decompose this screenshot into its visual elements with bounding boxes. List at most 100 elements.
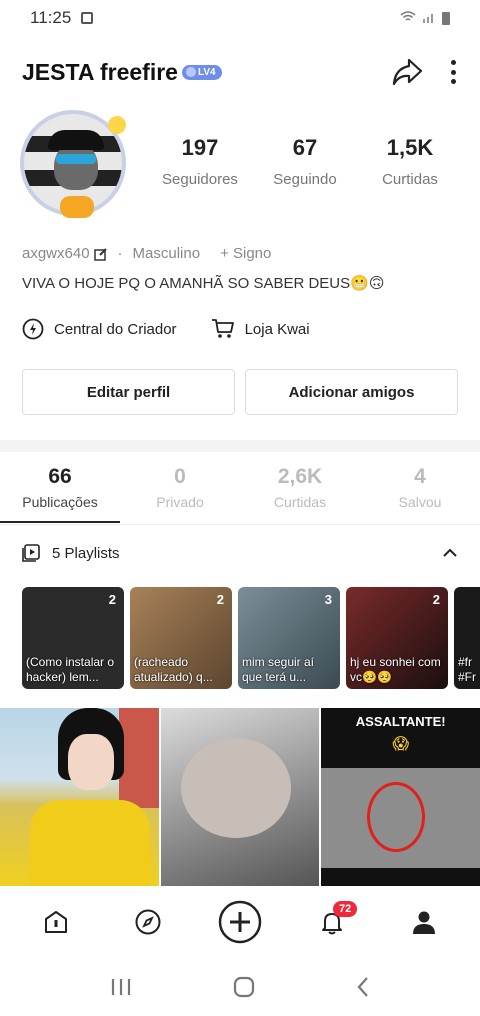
sun-decoration-icon <box>108 116 126 134</box>
tab-private[interactable]: 0 Privado <box>120 465 240 510</box>
video-title: ASSALTANTE! <box>355 714 446 729</box>
posts-label: Publicações <box>22 494 98 510</box>
share-icon <box>392 58 423 86</box>
playlist-count: 2 <box>108 592 116 607</box>
notification-badge: 72 <box>333 901 358 917</box>
profile-header: JESTA freefire LV4 <box>22 50 458 94</box>
profile-stats: 197 Seguidores 67 Seguindo 1,5K Curtidas <box>150 135 460 188</box>
video-thumbnail[interactable] <box>0 708 159 886</box>
kwai-shop-link[interactable]: Loja Kwai <box>211 318 310 340</box>
playlist-card[interactable]: 2 (Como instalar o hacker) lem... <box>22 587 124 689</box>
nav-discover[interactable] <box>123 897 173 947</box>
nav-notifications[interactable]: 72 <box>307 897 358 947</box>
back-icon[interactable] <box>356 976 370 998</box>
profile-handle: axgwx640 <box>22 245 90 262</box>
playlist-caption: (racheado atualizado) q... <box>134 655 213 684</box>
active-tab-indicator <box>0 521 120 523</box>
playlist-caption: hj eu sonhei com vc🥺🥺 <box>350 655 441 684</box>
saved-count: 4 <box>414 465 426 488</box>
creator-center-label: Central do Criador <box>54 320 177 338</box>
profile-username: JESTA freefire <box>22 58 178 85</box>
following-label: Seguindo <box>273 171 337 188</box>
compass-icon <box>135 909 161 935</box>
followers-stat[interactable]: 197 Seguidores <box>150 135 250 188</box>
likes-label: Curtidas <box>382 171 438 188</box>
playlists-header[interactable]: 5 Playlists <box>22 544 458 562</box>
playlist-card[interactable]: 2 hj eu sonhei com vc🥺🥺 <box>346 587 448 689</box>
share-button[interactable] <box>390 55 424 89</box>
creator-center-link[interactable]: Central do Criador <box>22 318 177 340</box>
playlist-card[interactable]: 2 (racheado atualizado) q... <box>130 587 232 689</box>
playlist-carousel: 2 (Como instalar o hacker) lem... 2 (rac… <box>22 587 480 689</box>
video-thumbnail[interactable]: ASSALTANTE! 😱 <box>321 708 480 886</box>
section-divider <box>0 440 480 452</box>
tab-saved[interactable]: 4 Salvou <box>360 465 480 510</box>
more-options-button[interactable] <box>448 55 458 89</box>
video-emoji: 😱 <box>392 736 410 753</box>
bottom-navigation: 72 <box>0 886 480 958</box>
kwai-shop-label: Loja Kwai <box>244 320 310 338</box>
add-friends-button[interactable]: Adicionar amigos <box>245 369 458 415</box>
liked-label: Curtidas <box>273 494 327 510</box>
private-label: Privado <box>156 494 204 510</box>
wifi-icon <box>400 10 416 26</box>
playlist-caption: mim seguir aí que terá u... <box>242 655 315 684</box>
battery-icon <box>442 11 450 25</box>
profile-icon <box>413 911 435 934</box>
profile-gender: Masculino <box>132 245 201 262</box>
signal-icon <box>422 11 436 26</box>
playlist-count: 3 <box>324 592 332 607</box>
profile-links: Central do Criador Loja Kwai <box>22 318 310 340</box>
recent-apps-icon[interactable] <box>110 977 132 997</box>
following-count: 67 <box>292 135 318 160</box>
status-bar: 11:25 <box>0 0 480 36</box>
playlist-icon <box>22 544 40 562</box>
video-grid: ASSALTANTE! 😱 <box>0 708 480 886</box>
home-icon <box>45 911 67 933</box>
nav-home[interactable] <box>31 897 81 947</box>
status-icons <box>400 10 450 26</box>
liked-count: 2,6K <box>277 465 323 488</box>
level-label: LV4 <box>197 66 216 78</box>
level-badge[interactable]: LV4 <box>181 64 222 80</box>
likes-stat[interactable]: 1,5K Curtidas <box>360 135 460 188</box>
cart-icon <box>211 319 234 338</box>
zodiac-sign-link[interactable]: + Signo <box>220 245 271 262</box>
level-icon <box>185 67 196 77</box>
profile-meta: axgwx640 · Masculino + Signo <box>22 245 272 262</box>
playlist-count: 2 <box>216 592 224 607</box>
lightning-icon <box>22 318 44 340</box>
playlist-caption: #fr #Fr <box>458 655 476 684</box>
video-thumbnail[interactable] <box>160 708 320 886</box>
playlist-card[interactable]: #fr #Fr <box>454 587 480 689</box>
avatar-frame-decoration <box>60 196 94 218</box>
playlists-title: 5 Playlists <box>52 544 120 562</box>
playlist-caption: (Como instalar o hacker) lem... <box>26 655 115 684</box>
avatar[interactable] <box>20 110 128 222</box>
playlist-card[interactable]: 3 mim seguir aí que terá u... <box>238 587 340 689</box>
private-count: 0 <box>174 465 186 488</box>
nav-profile[interactable] <box>399 897 449 947</box>
followers-count: 197 <box>181 135 219 160</box>
followers-label: Seguidores <box>162 171 238 188</box>
tab-likes[interactable]: 2,6K Curtidas <box>240 465 360 510</box>
posts-count: 66 <box>48 465 72 488</box>
profile-bio: VIVA O HOJE PQ O AMANHÃ SO SABER DEUS😬🙃 <box>22 275 385 292</box>
notification-icon <box>81 12 94 24</box>
nav-create[interactable] <box>215 897 265 947</box>
likes-count: 1,5K <box>386 135 434 160</box>
clock: 11:25 <box>30 8 72 27</box>
saved-label: Salvou <box>398 494 442 510</box>
edit-profile-button[interactable]: Editar perfil <box>22 369 235 415</box>
chevron-up-icon[interactable] <box>442 548 458 558</box>
following-stat[interactable]: 67 Seguindo <box>255 135 355 188</box>
profile-actions: Editar perfil Adicionar amigos <box>22 369 458 415</box>
plus-icon <box>218 900 262 944</box>
system-navigation <box>0 958 480 1016</box>
edit-icon[interactable] <box>93 247 108 261</box>
tab-posts[interactable]: 66 Publicações <box>0 465 120 510</box>
tab-divider <box>0 524 480 525</box>
playlist-count: 2 <box>432 592 440 607</box>
content-tabs: 66 Publicações 0 Privado 2,6K Curtidas 4… <box>0 465 480 510</box>
home-button-icon[interactable] <box>233 976 255 998</box>
